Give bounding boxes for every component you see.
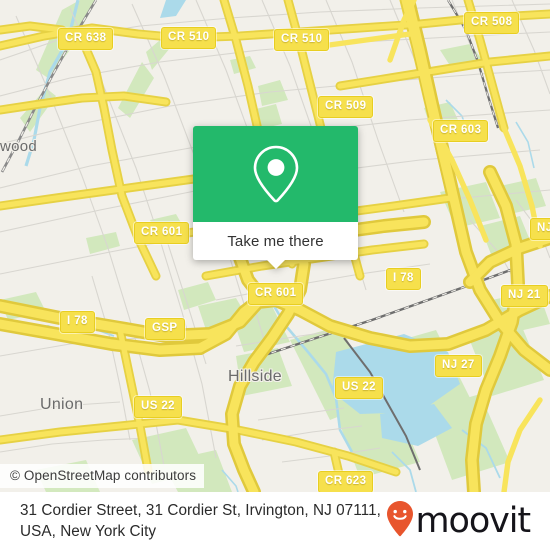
popup-footer[interactable]: Take me there (193, 222, 358, 269)
road-shield-cr-603[interactable]: CR 603 (433, 120, 489, 142)
bottom-info-bar: 31 Cordier Street, 31 Cordier St, Irving… (0, 492, 550, 550)
road-shield-cr-509[interactable]: CR 509 (318, 96, 374, 118)
road-shield-nj-27[interactable]: NJ 27 (435, 355, 482, 377)
road-shield-gsp[interactable]: GSP (145, 318, 185, 340)
road-shield-cr-510[interactable]: CR 510 (161, 27, 217, 49)
location-popup-card[interactable]: Take me there (193, 126, 358, 269)
map-pin-icon (250, 143, 302, 205)
road-shield-nj-21[interactable]: NJ 21 (501, 285, 548, 307)
road-shield-us-22[interactable]: US 22 (134, 396, 182, 418)
popup-header (193, 126, 358, 222)
road-shield-cr-601[interactable]: CR 601 (134, 222, 190, 244)
road-shield-cr-601[interactable]: CR 601 (248, 283, 304, 305)
moovit-pin-logo-icon (386, 500, 414, 543)
road-shield-cr-510[interactable]: CR 510 (274, 29, 330, 51)
address-text: 31 Cordier Street, 31 Cordier St, Irving… (20, 502, 381, 540)
map-screenshot: wood Hillside Union CR 638 CR 510 CR 510… (0, 0, 550, 550)
road-shield-cr-508[interactable]: CR 508 (464, 12, 520, 34)
take-me-there-label: Take me there (227, 232, 324, 250)
moovit-logo[interactable]: moovit (386, 500, 542, 543)
road-shield-cr-623[interactable]: CR 623 (318, 471, 374, 492)
osm-attribution[interactable]: © OpenStreetMap contributors (0, 464, 205, 488)
popup-pointer-tip (266, 260, 285, 269)
road-shield-i-78[interactable]: I 78 (386, 268, 421, 290)
road-shield-i-78[interactable]: I 78 (60, 311, 95, 333)
road-shield-nj[interactable]: NJ (530, 218, 550, 240)
moovit-wordmark: moovit (415, 500, 532, 541)
map-canvas[interactable]: wood Hillside Union CR 638 CR 510 CR 510… (0, 0, 550, 492)
road-shield-us-22[interactable]: US 22 (335, 377, 383, 399)
road-shield-cr-638[interactable]: CR 638 (58, 28, 114, 50)
